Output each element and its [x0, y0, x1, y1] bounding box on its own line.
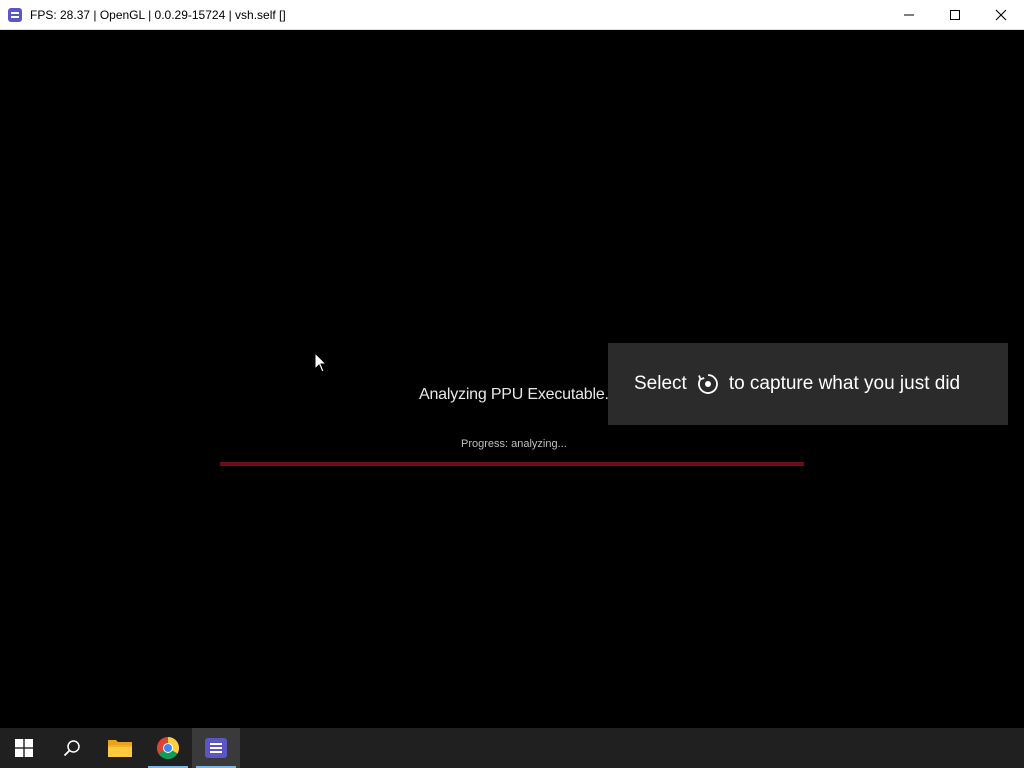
search-button[interactable] — [48, 728, 96, 768]
loader-status-text: Analyzing PPU Executable... — [419, 386, 618, 403]
minimize-button[interactable] — [886, 0, 932, 30]
game-bar-capture-toast[interactable]: Select to capture what you just did — [608, 343, 1008, 425]
rpcs3-icon — [205, 738, 227, 758]
rpcs3-button[interactable] — [192, 728, 240, 768]
maximize-button[interactable] — [932, 0, 978, 30]
search-icon — [63, 740, 80, 757]
toast-text-before: Select — [634, 373, 687, 394]
maximize-icon — [950, 9, 960, 20]
toast-text-after: to capture what you just did — [728, 373, 961, 394]
minimize-icon — [904, 14, 914, 15]
taskbar — [0, 728, 1024, 768]
file-explorer-button[interactable] — [96, 728, 144, 768]
loader-progress-text: Progress: analyzing... — [461, 438, 567, 450]
capture-icon — [697, 374, 718, 394]
start-button[interactable] — [0, 728, 48, 768]
chrome-button[interactable] — [144, 728, 192, 768]
window-titlebar[interactable]: FPS: 28.37 | OpenGL | 0.0.29-15724 | vsh… — [0, 0, 1024, 30]
close-icon — [995, 9, 1007, 20]
chrome-icon — [157, 737, 179, 759]
emulator-viewport[interactable]: Analyzing PPU Executable... Progress: an… — [0, 31, 1024, 728]
folder-icon — [108, 740, 132, 757]
windows-start-icon — [15, 739, 33, 757]
window-title: FPS: 28.37 | OpenGL | 0.0.29-15724 | vsh… — [30, 7, 286, 22]
rpcs3-app-icon — [8, 7, 22, 22]
loader-progress-bar — [220, 462, 804, 466]
close-button[interactable] — [978, 0, 1024, 30]
mouse-cursor-icon — [314, 352, 328, 373]
